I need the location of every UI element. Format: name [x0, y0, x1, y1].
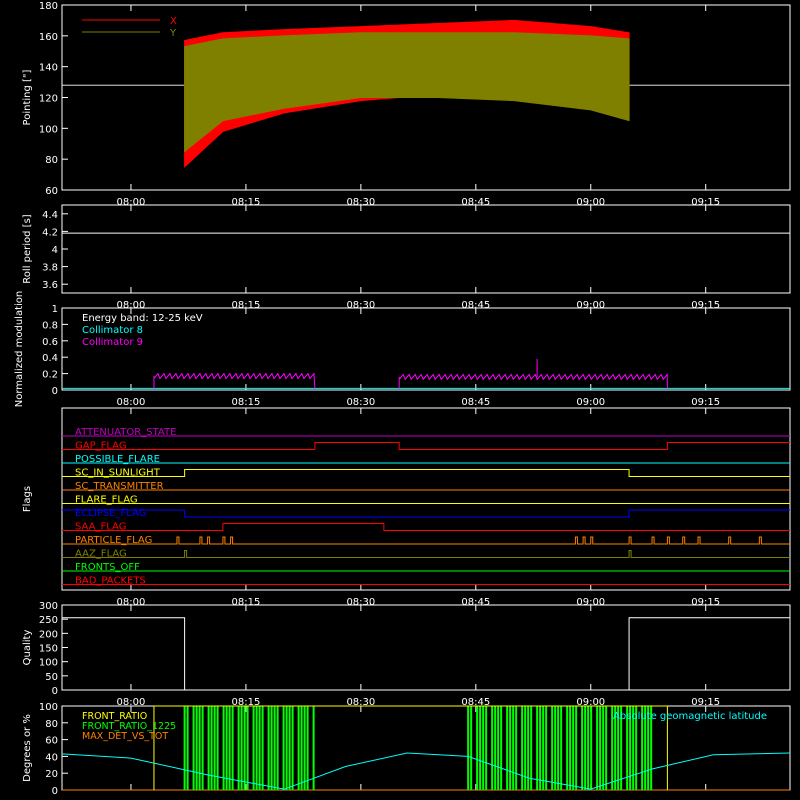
y-tick-label: 0.6 [42, 337, 58, 348]
y-tick-label: 20 [45, 769, 58, 780]
y-tick-label: 4 [52, 245, 58, 256]
y-tick-label: 300 [39, 601, 58, 612]
y-tick-label: 60 [45, 186, 58, 197]
legend-label-max-det-vs-tot: MAX_DET_VS_TOT [82, 731, 168, 742]
flag-line-sc-in-sunlight [62, 469, 790, 477]
x-tick-label: 08:30 [346, 397, 375, 408]
y-tick-label: 150 [39, 644, 58, 655]
y-tick-label: 0.4 [42, 353, 58, 364]
legend-label-geomagnetic-latitude: Absolute geomagnetic latitude [613, 711, 767, 722]
x-tick-label: 08:15 [232, 397, 261, 408]
y-tick-label: 0 [52, 386, 58, 397]
y-tick-label: 100 [39, 658, 58, 669]
flag-line-aaz-flag [62, 550, 790, 558]
y-axis-label: Pointing ["] [22, 69, 33, 125]
y-tick-label: 50 [45, 672, 58, 683]
y-tick-label: 80 [45, 155, 58, 166]
y-tick-label: 60 [45, 736, 58, 747]
y-tick-label: 200 [39, 629, 58, 640]
y-axis-label: Degrees or % [22, 714, 33, 782]
flag-line-gap-flag [62, 442, 790, 450]
y-axis-label: Normalized modulation [14, 291, 25, 408]
y-tick-label: 250 [39, 615, 58, 626]
legend-label-collimator-8: Collimator 8 [82, 325, 143, 336]
x-tick-label: 08:00 [117, 397, 146, 408]
x-tick-label: 08:45 [461, 397, 490, 408]
y-tick-label: 100 [39, 124, 58, 135]
y-tick-label: 180 [39, 1, 58, 12]
rhessi-observing-summary: 08:00 08:15 08:30 08:45 09:00 09:156080100120… [14, 1, 791, 797]
flag-line-saa-flag [62, 523, 790, 531]
y-tick-label: 140 [39, 63, 58, 74]
y-tick-label: 3.8 [42, 263, 58, 274]
y-tick-label: 100 [39, 702, 58, 713]
y-tick-label: 1 [52, 304, 58, 315]
y-tick-label: 40 [45, 752, 58, 763]
y-tick-label: 3.6 [42, 280, 58, 291]
plot-frame [61, 204, 791, 294]
collimator-9-segment [398, 373, 668, 389]
y-tick-label: 4.2 [42, 227, 58, 238]
y-axis-label: Roll period [s] [22, 214, 33, 283]
legend-label-x: X [170, 16, 177, 27]
flag-line-eclipse-flag [62, 509, 790, 518]
y-tick-label: 0.2 [42, 370, 58, 381]
y-tick-label: 0.8 [42, 320, 58, 331]
legend-label-collimator-9: Collimator 9 [82, 337, 143, 348]
y-tick-label: 4.4 [42, 210, 58, 221]
y-tick-label: 0 [52, 786, 58, 797]
y-axis-label: Quality [22, 630, 33, 666]
y-tick-label: 160 [39, 32, 58, 43]
flag-line-particle-flag [62, 536, 790, 545]
y-tick-label: 120 [39, 94, 58, 105]
y-axis-label: Flags [22, 486, 33, 512]
geomagnetic-latitude-line [61, 752, 791, 790]
legend-title: Energy band: 12-25 keV [82, 313, 203, 324]
legend-label-y: Y [169, 28, 177, 39]
x-tick-label: 09:15 [691, 397, 720, 408]
y-tick-label: 0 [52, 686, 58, 697]
collimator-9-segment [153, 372, 316, 389]
x-tick-label: 09:00 [576, 397, 605, 408]
series-y-envelope [184, 32, 630, 153]
y-tick-label: 80 [45, 719, 58, 730]
quality-line [62, 617, 790, 691]
